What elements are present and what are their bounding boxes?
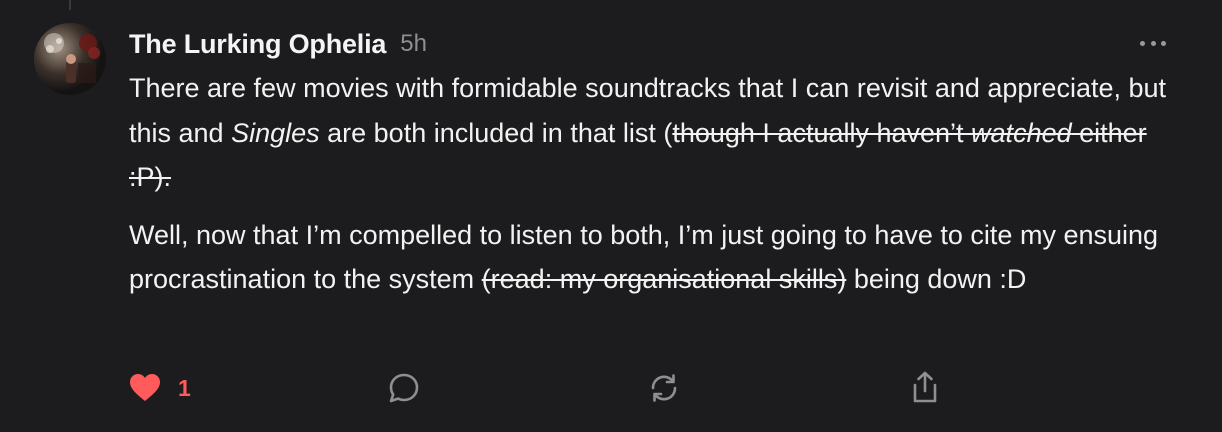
- thread-line: [69, 0, 71, 10]
- text-segment: being down :D: [846, 264, 1027, 294]
- emphasis-text: Singles: [231, 117, 320, 148]
- reply-button[interactable]: [387, 368, 421, 408]
- share-button[interactable]: [908, 368, 942, 408]
- more-icon[interactable]: [1140, 41, 1166, 47]
- post-header: The Lurking Ophelia 5h: [129, 22, 1169, 66]
- post-paragraph: Well, now that I’m compelled to listen t…: [129, 213, 1169, 302]
- more-dot: [1140, 41, 1145, 46]
- avatar[interactable]: [34, 23, 106, 95]
- profile-photo-icon: [34, 23, 106, 95]
- like-count: 1: [178, 374, 191, 401]
- reply-icon: [389, 373, 419, 403]
- heart-icon: [130, 374, 160, 401]
- author-name[interactable]: The Lurking Ophelia: [129, 29, 386, 60]
- text-segment: though I actually haven’t: [672, 117, 972, 148]
- post-body: There are few movies with formidable sou…: [129, 66, 1169, 302]
- repost-button[interactable]: [647, 368, 681, 408]
- post-time[interactable]: 5h: [400, 30, 427, 58]
- text-segment: are both included in that list (: [319, 117, 673, 148]
- post-paragraph: There are few movies with formidable sou…: [129, 66, 1169, 200]
- emphasis-text: watched: [971, 117, 1072, 148]
- action-bar: 1: [129, 368, 949, 408]
- post: The Lurking Ophelia 5h There are few mov…: [129, 22, 1169, 302]
- more-dot: [1150, 41, 1156, 46]
- more-dot: [1161, 41, 1166, 46]
- like-button[interactable]: 1: [129, 368, 191, 408]
- repost-icon: [651, 374, 677, 402]
- strikethrough-text: (read: my organisational skills): [481, 264, 847, 294]
- share-icon: [913, 371, 937, 403]
